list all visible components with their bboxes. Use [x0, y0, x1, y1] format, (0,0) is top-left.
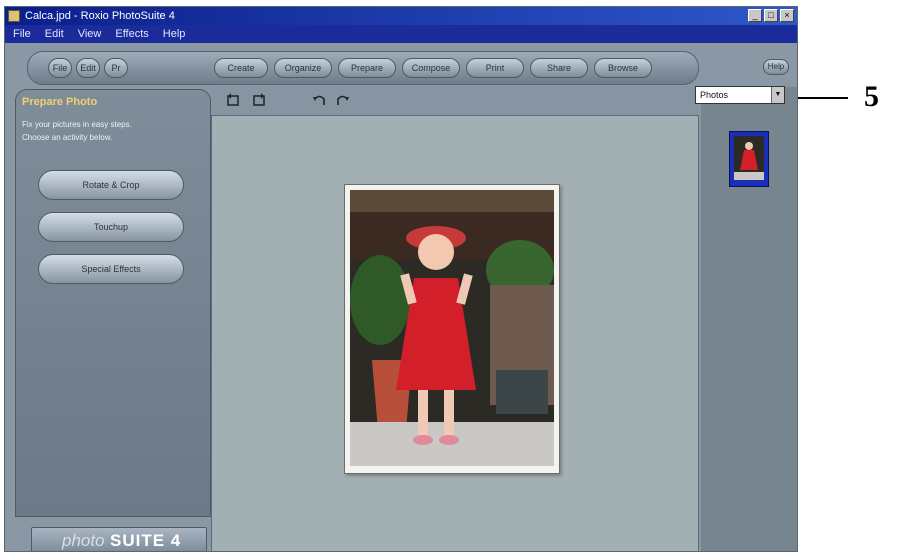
- tab-pr[interactable]: Pr: [104, 58, 128, 78]
- callout-number: 5: [864, 80, 879, 113]
- window-title: Calca.jpd - Roxio PhotoSuite 4: [25, 10, 175, 22]
- logo-text-photo: photo: [62, 531, 105, 550]
- special-effects-button[interactable]: Special Effects: [38, 254, 184, 284]
- tab-edit[interactable]: Edit: [76, 58, 100, 78]
- callout-line: [798, 97, 848, 99]
- rotate-left-icon[interactable]: [225, 91, 241, 109]
- tab-browse[interactable]: Browse: [594, 58, 652, 78]
- menu-edit[interactable]: Edit: [45, 25, 64, 43]
- photo-thumbnail[interactable]: [729, 131, 769, 187]
- tab-create[interactable]: Create: [214, 58, 268, 78]
- touchup-button[interactable]: Touchup: [38, 212, 184, 242]
- tab-share[interactable]: Share: [530, 58, 588, 78]
- window-controls: _ □ ×: [748, 9, 794, 22]
- tab-prepare[interactable]: Prepare: [338, 58, 396, 78]
- canvas-toolbar: [211, 87, 699, 115]
- top-navigation-bar: File Edit Pr Create Organize Prepare Com…: [27, 51, 699, 85]
- left-activity-panel: Prepare Photo Fix your pictures in easy …: [15, 89, 211, 517]
- panel-description-line1: Fix your pictures in easy steps.: [22, 120, 132, 129]
- photo-preview[interactable]: [344, 184, 560, 474]
- rotate-right-icon[interactable]: [251, 91, 267, 109]
- panel-description-line2: Choose an activity below.: [22, 133, 113, 142]
- title-bar[interactable]: Calca.jpd - Roxio PhotoSuite 4 _ □ ×: [5, 7, 797, 25]
- photo-canvas[interactable]: [211, 115, 699, 551]
- rotate-crop-button[interactable]: Rotate & Crop: [38, 170, 184, 200]
- tab-file[interactable]: File: [48, 58, 72, 78]
- photosuite-logo: photo SUITE 4: [31, 527, 207, 551]
- undo-icon[interactable]: [311, 91, 327, 109]
- tab-compose[interactable]: Compose: [402, 58, 460, 78]
- dropdown-value: Photos: [700, 90, 729, 100]
- app-window: Calca.jpd - Roxio PhotoSuite 4 _ □ × Fil…: [4, 6, 798, 552]
- app-icon[interactable]: [8, 10, 20, 22]
- minimize-button[interactable]: _: [748, 9, 762, 22]
- tab-organize[interactable]: Organize: [274, 58, 332, 78]
- thumbnail-image: [734, 136, 764, 180]
- help-corner-button[interactable]: Help: [763, 59, 789, 75]
- photo-source-dropdown[interactable]: Photos ▼: [695, 86, 785, 104]
- menu-bar: File Edit View Effects Help: [5, 25, 797, 43]
- chevron-down-icon[interactable]: ▼: [771, 87, 784, 103]
- menu-file[interactable]: File: [13, 25, 31, 43]
- menu-help[interactable]: Help: [163, 25, 186, 43]
- redo-icon[interactable]: [335, 91, 351, 109]
- menu-effects[interactable]: Effects: [115, 25, 148, 43]
- logo-text-suite: SUITE 4: [110, 531, 182, 550]
- maximize-button[interactable]: □: [764, 9, 778, 22]
- girl-photo-image: [350, 190, 554, 466]
- tab-print[interactable]: Print: [466, 58, 524, 78]
- panel-title: Prepare Photo: [22, 96, 98, 108]
- menu-view[interactable]: View: [78, 25, 102, 43]
- close-button[interactable]: ×: [780, 9, 794, 22]
